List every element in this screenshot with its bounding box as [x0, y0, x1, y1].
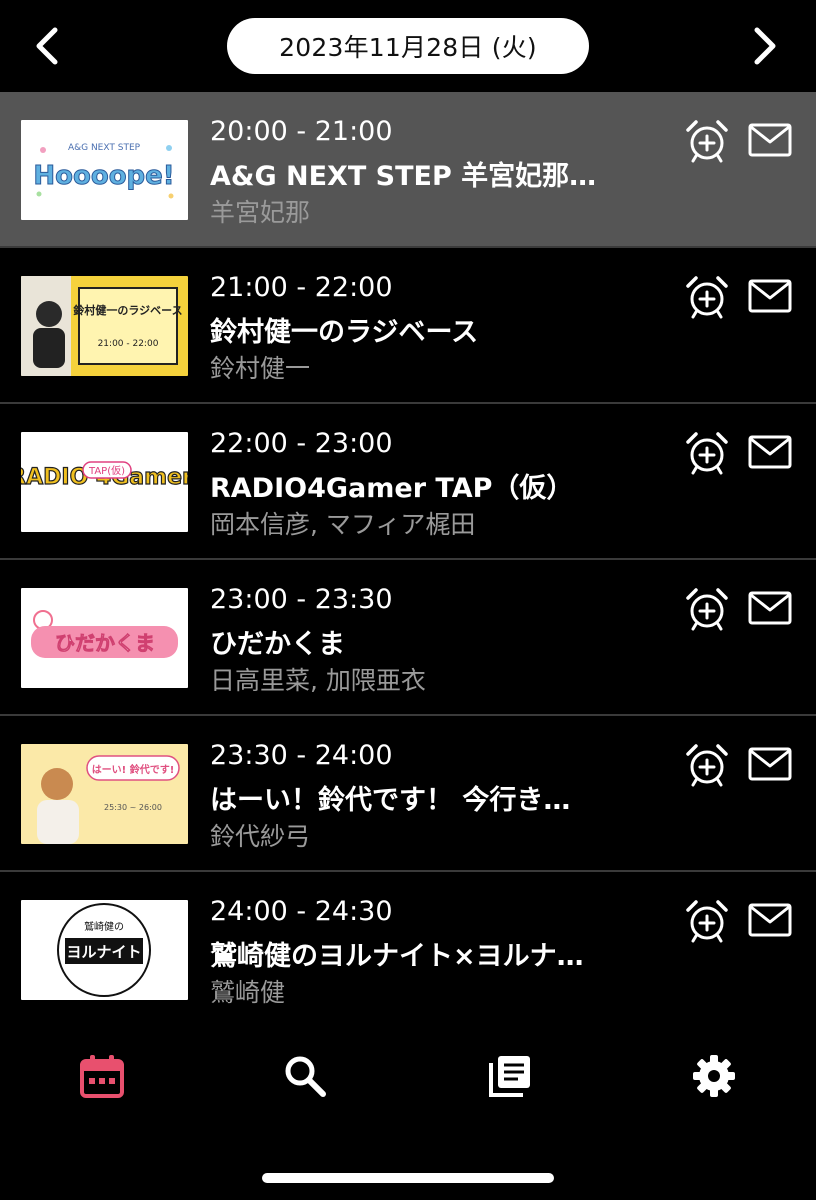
alarm-add-icon[interactable] — [684, 898, 730, 944]
program-thumbnail: RADIO 4Gamer TAP(仮) — [21, 432, 188, 532]
chevron-left-icon — [36, 27, 58, 65]
program-title: はーい！鈴代です！ 今行き… — [210, 785, 571, 816]
mail-icon[interactable] — [748, 278, 792, 314]
gear-icon — [693, 1055, 735, 1097]
program-title: RADIO4Gamer TAP（仮） — [210, 473, 574, 504]
mail-icon[interactable] — [748, 746, 792, 782]
search-icon — [285, 1056, 326, 1097]
program-thumbnail: ひだかくま — [21, 588, 188, 688]
alarm-add-icon[interactable] — [684, 586, 730, 632]
program-title: A&G NEXT STEP 羊宮妃那… — [210, 161, 597, 192]
program-cast: 羊宮妃那 — [210, 198, 311, 227]
tab-search[interactable] — [275, 1046, 335, 1106]
program-time: 23:30 - 24:00 — [210, 740, 393, 771]
program-cast: 鷲崎健 — [210, 978, 286, 1007]
svg-text:25:30 ~ 26:00: 25:30 ~ 26:00 — [104, 803, 162, 812]
svg-text:鈴村健一のラジベース: 鈴村健一のラジベース — [73, 303, 182, 317]
chevron-right-icon — [754, 27, 776, 65]
date-label: 2023年11月28日 (火) — [279, 33, 537, 62]
program-row[interactable]: RADIO 4Gamer TAP(仮) 22:00 - 23:00 RADIO4… — [0, 404, 816, 560]
date-header: 2023年11月28日 (火) — [0, 0, 816, 92]
calendar-icon — [80, 1055, 124, 1098]
program-thumbnail: A&G NEXT STEP Hoooope! — [21, 120, 188, 220]
bottom-tab-bar — [0, 1010, 816, 1200]
previous-day-button[interactable] — [18, 18, 74, 74]
alarm-add-icon[interactable] — [684, 742, 730, 788]
program-cast: 鈴代紗弓 — [210, 822, 311, 851]
tab-library[interactable] — [480, 1046, 540, 1106]
program-time: 24:00 - 24:30 — [210, 896, 393, 927]
program-list: A&G NEXT STEP Hoooope! 20:00 - 21:00 A&G… — [0, 92, 816, 1010]
svg-text:21:00 - 22:00: 21:00 - 22:00 — [98, 339, 159, 349]
mail-icon[interactable] — [748, 902, 792, 938]
program-thumbnail: はーい! 鈴代です! 25:30 ~ 26:00 — [21, 744, 188, 844]
program-time: 21:00 - 22:00 — [210, 272, 393, 303]
program-cast: 岡本信彦, マフィア梶田 — [210, 510, 476, 539]
next-day-button[interactable] — [738, 18, 794, 74]
svg-text:TAP(仮): TAP(仮) — [88, 464, 125, 477]
svg-text:A&G NEXT STEP: A&G NEXT STEP — [68, 143, 141, 153]
alarm-add-icon[interactable] — [684, 274, 730, 320]
svg-text:ヨルナイト: ヨルナイト — [66, 943, 141, 961]
program-cast: 日高里菜, 加隈亜衣 — [210, 666, 426, 695]
mail-icon[interactable] — [748, 434, 792, 470]
program-title: 鷲崎健のヨルナイト×ヨルナ… — [210, 941, 584, 972]
mail-icon[interactable] — [748, 122, 792, 158]
svg-text:Hoooope!: Hoooope! — [33, 161, 174, 191]
date-selector[interactable]: 2023年11月28日 (火) — [227, 18, 589, 74]
tab-calendar[interactable] — [72, 1046, 132, 1106]
program-time: 22:00 - 23:00 — [210, 428, 393, 459]
tab-settings[interactable] — [684, 1046, 744, 1106]
mail-icon[interactable] — [748, 590, 792, 626]
library-icon — [489, 1056, 530, 1097]
program-thumbnail: 鷲崎健の ヨルナイト — [21, 900, 188, 1000]
svg-text:はーい! 鈴代です!: はーい! 鈴代です! — [92, 763, 175, 776]
alarm-add-icon[interactable] — [684, 430, 730, 476]
svg-text:ひだかくま: ひだかくま — [55, 631, 155, 655]
program-thumbnail: 鈴村健一のラジベース 21:00 - 22:00 — [21, 276, 188, 376]
svg-text:鷲崎健の: 鷲崎健の — [84, 920, 124, 933]
program-row[interactable]: はーい! 鈴代です! 25:30 ~ 26:00 23:30 - 24:00 は… — [0, 716, 816, 872]
program-cast: 鈴村健一 — [210, 354, 311, 383]
program-row[interactable]: 鷲崎健の ヨルナイト 24:00 - 24:30 鷲崎健のヨルナイト×ヨルナ… … — [0, 872, 816, 1010]
program-time: 23:00 - 23:30 — [210, 584, 393, 615]
program-row[interactable]: ひだかくま 23:00 - 23:30 ひだかくま 日高里菜, 加隈亜衣 — [0, 560, 816, 716]
program-time: 20:00 - 21:00 — [210, 116, 393, 147]
alarm-add-icon[interactable] — [684, 118, 730, 164]
program-row[interactable]: 鈴村健一のラジベース 21:00 - 22:00 21:00 - 22:00 鈴… — [0, 248, 816, 404]
home-indicator[interactable] — [262, 1173, 554, 1183]
program-title: ひだかくま — [210, 629, 345, 660]
program-row[interactable]: A&G NEXT STEP Hoooope! 20:00 - 21:00 A&G… — [0, 92, 816, 248]
program-title: 鈴村健一のラジベース — [210, 317, 479, 348]
